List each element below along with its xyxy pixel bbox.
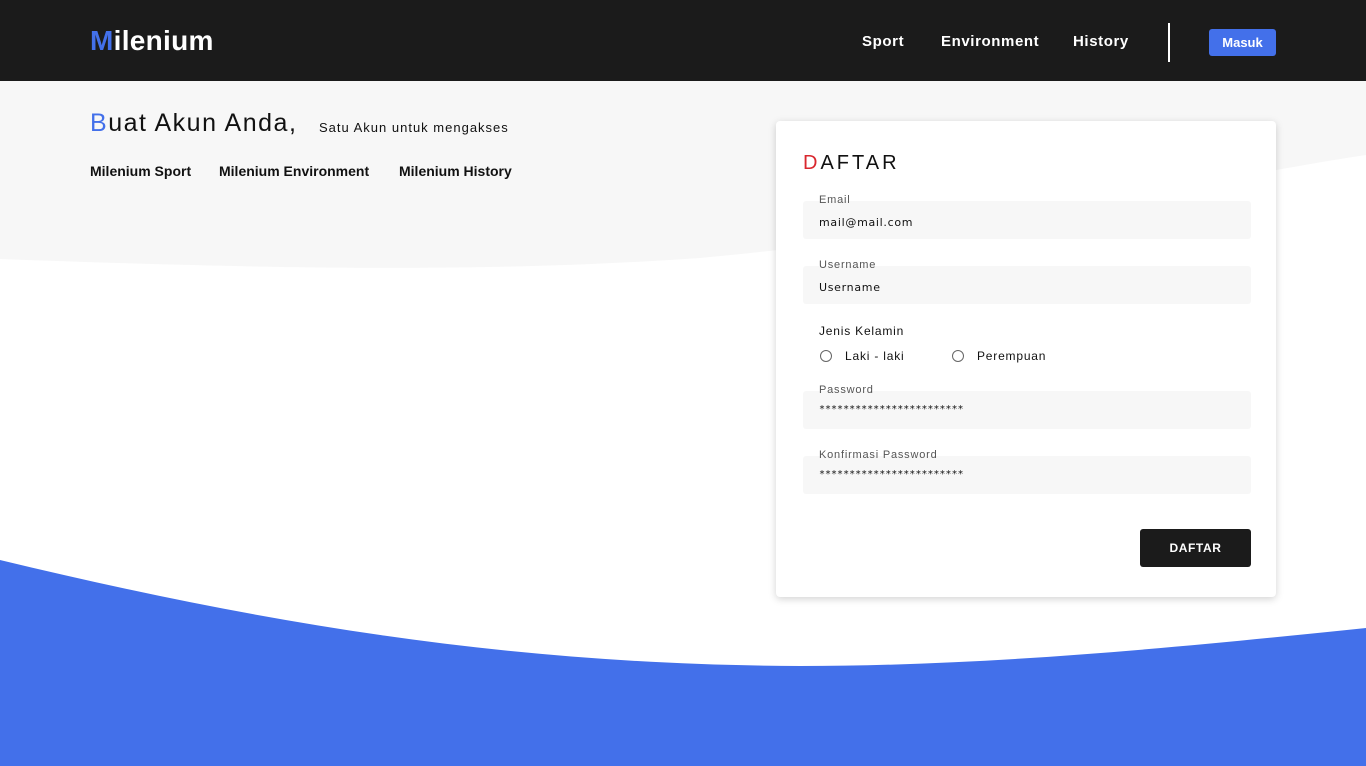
email-input[interactable]	[819, 215, 1239, 230]
nav-link-history[interactable]: History	[1073, 33, 1129, 51]
confirm-password-label: Konfirmasi Password	[819, 449, 938, 461]
hero-title-rest: uat Akun Anda,	[108, 109, 298, 137]
password-input[interactable]	[819, 402, 1239, 417]
gender-radio-male[interactable]: Laki - laki	[820, 349, 940, 365]
confirm-password-field: Konfirmasi Password	[803, 449, 1251, 494]
password-label: Password	[819, 384, 874, 396]
radio-female-label: Perempuan	[977, 349, 1047, 363]
nav-link-sport[interactable]: Sport	[862, 33, 904, 51]
gender-label: Jenis Kelamin	[819, 324, 905, 338]
nav-link-environment[interactable]: Environment	[941, 33, 1039, 51]
brand-logo[interactable]: Milenium	[90, 24, 214, 58]
radio-male-label: Laki - laki	[845, 349, 905, 363]
confirm-password-input[interactable]	[819, 467, 1239, 482]
hero-link-environment[interactable]: Milenium Environment	[219, 163, 369, 180]
brand-logo-initial: M	[90, 25, 114, 56]
email-label: Email	[819, 194, 851, 206]
register-title-initial: D	[803, 152, 821, 174]
login-button[interactable]: Masuk	[1209, 29, 1276, 56]
brand-logo-rest: ilenium	[113, 25, 214, 56]
register-card: DAFTAR Email Username Jenis Kelamin Laki…	[776, 121, 1276, 597]
navbar: Milenium Sport Environment History Masuk	[0, 0, 1366, 81]
email-field: Email	[803, 194, 1251, 239]
username-input[interactable]	[819, 280, 1239, 295]
register-submit-button[interactable]: DAFTAR	[1140, 529, 1251, 567]
hero-title: Buat Akun Anda,	[90, 108, 297, 138]
radio-male-circle[interactable]	[820, 350, 832, 362]
page: Milenium Sport Environment History Masuk…	[0, 0, 1366, 766]
hero-title-initial: B	[90, 109, 109, 137]
gender-radio-female[interactable]: Perempuan	[952, 349, 1072, 365]
hero-link-sport[interactable]: Milenium Sport	[90, 163, 191, 180]
hero-subtitle: Satu Akun untuk mengakses	[319, 120, 509, 135]
username-field: Username	[803, 259, 1251, 304]
register-title: DAFTAR	[803, 151, 900, 175]
nav-divider	[1168, 23, 1170, 62]
radio-female-circle[interactable]	[952, 350, 964, 362]
password-field: Password	[803, 384, 1251, 429]
username-label: Username	[819, 259, 877, 271]
hero-link-history[interactable]: Milenium History	[399, 163, 512, 180]
register-title-rest: AFTAR	[820, 152, 900, 174]
